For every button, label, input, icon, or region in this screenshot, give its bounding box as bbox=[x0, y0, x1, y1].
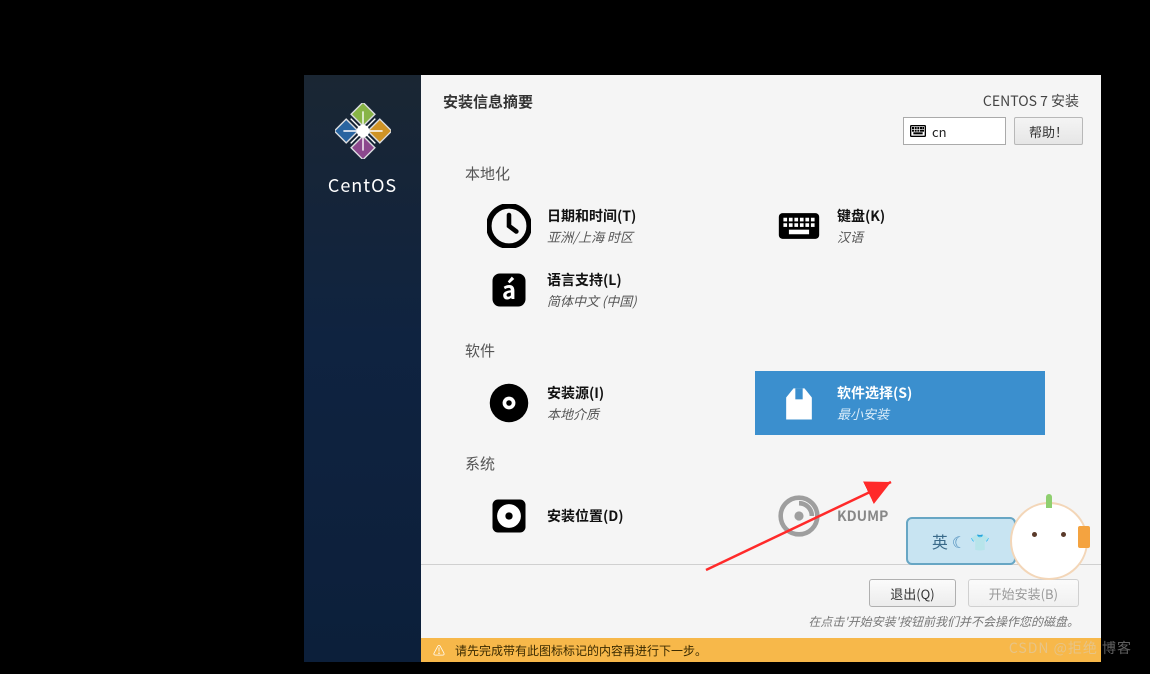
categories: 本地化 日期和时间(T) 亚洲/上海 时区 键盘(K) bbox=[421, 145, 1101, 564]
shirt-icon: 👕 bbox=[970, 529, 990, 553]
language-icon: á bbox=[487, 268, 531, 312]
spoke-language[interactable]: á 语言支持(L) 简体中文 (中国) bbox=[465, 258, 755, 322]
warning-icon: ⚠ bbox=[433, 642, 445, 659]
mascot-face bbox=[1010, 502, 1088, 580]
category-localization: 本地化 bbox=[465, 163, 1101, 184]
mascot-overlay: 英 ☾ 👕 bbox=[906, 505, 1101, 577]
help-button[interactable]: 帮助！ bbox=[1014, 117, 1083, 145]
warning-bar: ⚠ 请先完成带有此图标标记的内容再进行下一步。 bbox=[421, 638, 1101, 662]
spoke-datetime[interactable]: 日期和时间(T) 亚洲/上海 时区 bbox=[465, 194, 755, 258]
kdump-icon bbox=[777, 494, 821, 538]
page-title: 安装信息摘要 bbox=[443, 91, 533, 112]
svg-text:á: á bbox=[502, 271, 516, 306]
category-software: 软件 bbox=[465, 340, 1101, 361]
centos-brand-text: CentOS bbox=[328, 172, 397, 198]
sidebar: CentOS bbox=[304, 75, 421, 662]
package-icon bbox=[777, 381, 821, 425]
warning-text: 请先完成带有此图标标记的内容再进行下一步。 bbox=[455, 642, 707, 659]
disk-icon bbox=[487, 494, 531, 538]
keyboard-icon bbox=[910, 119, 926, 143]
clock-icon bbox=[487, 204, 531, 248]
centos-logo-icon bbox=[335, 103, 391, 164]
spoke-keyboard[interactable]: 键盘(K) 汉语 bbox=[755, 194, 1045, 258]
quit-button[interactable]: 退出(Q) bbox=[869, 579, 955, 607]
keyboard-icon bbox=[777, 204, 821, 248]
keyboard-layout-value: cn bbox=[932, 122, 947, 141]
watermark: CSDN @拒绝 博客 bbox=[1009, 638, 1132, 658]
header: 安装信息摘要 CENTOS 7 安装 cn 帮助！ bbox=[421, 75, 1101, 145]
mascot-bubble: 英 ☾ 👕 bbox=[906, 517, 1016, 565]
moon-icon: ☾ bbox=[952, 529, 966, 553]
install-label: CENTOS 7 安装 bbox=[983, 91, 1079, 111]
category-system: 系统 bbox=[465, 453, 1101, 474]
installer-window: CentOS 安装信息摘要 CENTOS 7 安装 cn 帮助！ bbox=[304, 75, 1101, 662]
spoke-install-source[interactable]: 安装源(I) 本地介质 bbox=[465, 371, 755, 435]
begin-install-button[interactable]: 开始安装(B) bbox=[968, 579, 1079, 607]
keyboard-layout-selector[interactable]: cn bbox=[903, 117, 1006, 145]
disc-icon bbox=[487, 381, 531, 425]
main-content: 安装信息摘要 CENTOS 7 安装 cn 帮助！ 本地化 bbox=[421, 75, 1101, 662]
footer-disclaimer: 在点击'开始安装'按钮前我们并不会操作您的磁盘。 bbox=[808, 613, 1079, 630]
spoke-install-destination[interactable]: 安装位置(D) bbox=[465, 484, 755, 548]
spoke-software-selection[interactable]: 软件选择(S) 最小安装 bbox=[755, 371, 1045, 435]
